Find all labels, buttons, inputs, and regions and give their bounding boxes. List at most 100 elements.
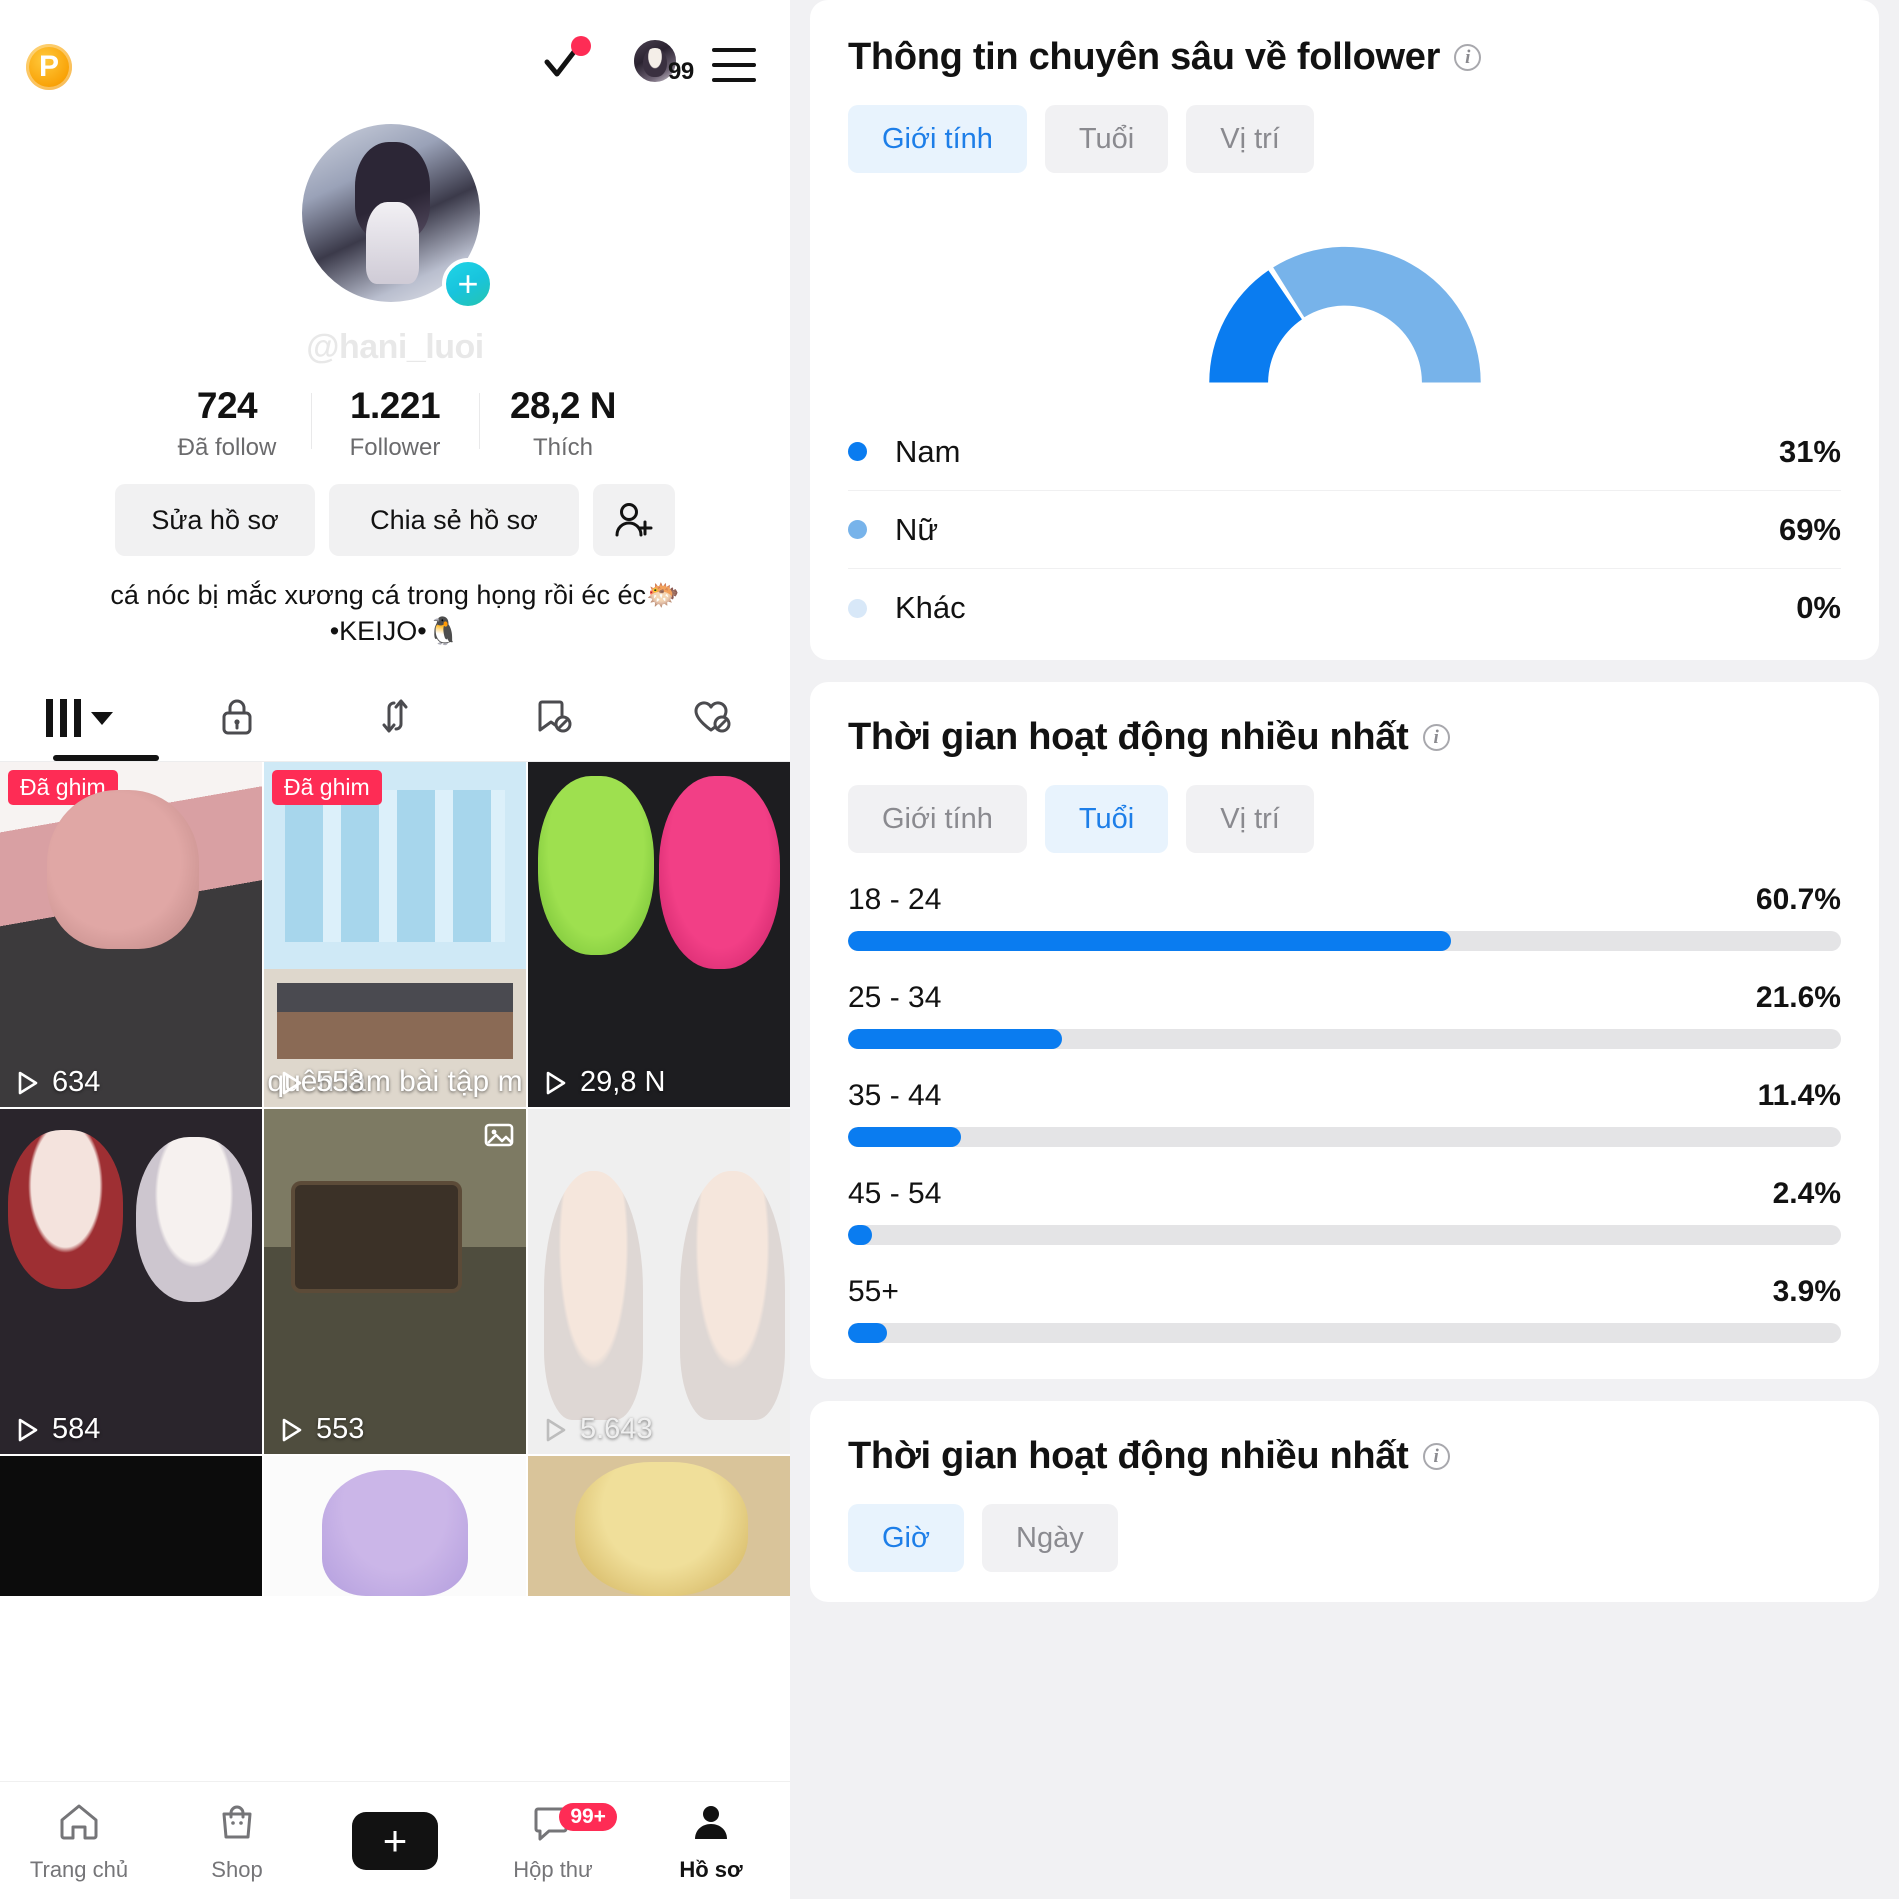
sidebar-item-private[interactable] xyxy=(158,687,316,749)
saved-hidden-icon xyxy=(531,694,575,743)
time-card-title: Thời gian hoạt động nhiều nhất i xyxy=(848,1435,1841,1478)
bar-label: 35 - 44 xyxy=(848,1079,942,1112)
bar-value: 21.6% xyxy=(1755,981,1841,1014)
tab-ngay[interactable]: Ngày xyxy=(982,1504,1118,1572)
avatar-story-count: 99 xyxy=(668,58,694,85)
check-icon[interactable] xyxy=(533,36,591,92)
post-cell[interactable]: 29,8 N xyxy=(528,762,790,1108)
stat-followers[interactable]: 1.221 Follower xyxy=(311,385,479,462)
stat-following[interactable]: 724 Đã follow xyxy=(143,385,311,462)
post-cell[interactable] xyxy=(528,1456,790,1597)
tab-tuoi[interactable]: Tuổi xyxy=(1044,785,1169,853)
legend-dot-nam xyxy=(848,442,867,461)
hamburger-menu-icon[interactable] xyxy=(712,48,756,82)
gender-legend: Nam 31% Nữ 69% Khác 0% xyxy=(848,413,1841,647)
bar-fill xyxy=(848,1029,1063,1049)
chevron-down-icon[interactable] xyxy=(90,711,113,725)
home-icon xyxy=(56,1799,102,1850)
analytics-panel: Thông tin chuyên sâu về follower i Giới … xyxy=(790,0,1899,1899)
bar-track xyxy=(848,1029,1841,1049)
tab-vi-tri[interactable]: Vị trí xyxy=(1186,105,1314,173)
stat-label: Thích xyxy=(532,434,594,461)
bar-label: 18 - 24 xyxy=(848,883,942,916)
bio-line: •KEIJO•🐧 xyxy=(329,615,461,646)
profile-content-tabs xyxy=(0,673,790,762)
profile-actions: Sửa hồ sơ Chia sẻ hồ sơ xyxy=(0,484,790,556)
view-count: 634 xyxy=(12,1066,100,1099)
profile-avatar-block[interactable]: + xyxy=(302,124,494,324)
stat-likes[interactable]: 28,2 N Thích xyxy=(479,385,647,462)
sidebar-item-liked[interactable] xyxy=(632,687,790,749)
segment-nu xyxy=(1272,246,1481,383)
view-count-value: 5.643 xyxy=(580,1413,653,1446)
nav-label: Hộp thư xyxy=(513,1856,593,1882)
sidebar-item-posts[interactable] xyxy=(0,687,159,762)
tab-gio[interactable]: Giờ xyxy=(848,1504,965,1572)
age-card-title: Thời gian hoạt động nhiều nhất i xyxy=(848,716,1841,759)
time-activity-card: Thời gian hoạt động nhiều nhất i Giờ Ngà… xyxy=(810,1401,1879,1602)
bar-fill xyxy=(848,1127,962,1147)
grid-posts-icon xyxy=(45,699,81,738)
create-plus-icon[interactable]: + xyxy=(343,1811,447,1870)
legend-dot-khac xyxy=(848,598,867,618)
info-icon[interactable]: i xyxy=(1454,44,1482,71)
liked-hidden-icon xyxy=(689,694,733,743)
profile-bio[interactable]: cá nóc bị mắc xương cá trong họng rồi éc… xyxy=(0,578,790,649)
active-tab-indicator xyxy=(53,755,159,762)
card-title-text: Thời gian hoạt động nhiều nhất xyxy=(848,716,1409,758)
nav-home[interactable]: Trang chủ xyxy=(0,1799,158,1883)
bar-track xyxy=(848,1127,1841,1147)
view-count: 553 xyxy=(276,1413,364,1446)
nav-profile[interactable]: Hồ sơ xyxy=(632,1799,790,1883)
stat-label: Đã follow xyxy=(177,434,277,461)
bar-row: 35 - 44 11.4% xyxy=(848,1079,1841,1147)
info-icon[interactable]: i xyxy=(1422,1443,1450,1470)
bar-value: 11.4% xyxy=(1757,1079,1841,1112)
sidebar-item-saved[interactable] xyxy=(474,687,632,749)
bar-row: 55+ 3.9% xyxy=(848,1275,1841,1343)
add-person-icon[interactable] xyxy=(593,484,675,556)
bar-track xyxy=(848,1225,1841,1245)
nav-inbox[interactable]: 99+ Hộp thư xyxy=(474,1799,632,1883)
bar-track xyxy=(848,1323,1841,1343)
age-card-tabs: Giới tính Tuổi Vị trí xyxy=(848,785,1841,853)
nav-label: Hồ sơ xyxy=(679,1856,743,1882)
sidebar-item-repost[interactable] xyxy=(316,687,474,749)
tab-gioi-tinh[interactable]: Giới tính xyxy=(848,785,1027,853)
post-cell[interactable]: Đã ghim quên làm bài tập m 553 xyxy=(264,762,526,1108)
info-icon[interactable]: i xyxy=(1422,724,1450,751)
legend-dot-nu xyxy=(848,520,867,539)
share-profile-button[interactable]: Chia sẻ hồ sơ xyxy=(329,484,579,556)
post-cell[interactable]: Đã ghim 634 xyxy=(0,762,262,1108)
legend-value: 0% xyxy=(1796,590,1841,625)
card-title-text: Thông tin chuyên sâu về follower xyxy=(848,36,1441,78)
post-cell[interactable] xyxy=(264,1456,526,1597)
points-coin-icon[interactable]: P xyxy=(26,44,72,90)
nav-label: Shop xyxy=(211,1856,263,1882)
tab-vi-tri[interactable]: Vị trí xyxy=(1186,785,1314,853)
view-count: 553 xyxy=(276,1066,364,1099)
add-story-button[interactable]: + xyxy=(442,258,494,310)
bar-label: 55+ xyxy=(848,1275,899,1308)
view-count-value: 584 xyxy=(52,1413,101,1446)
post-cell[interactable]: 584 xyxy=(0,1109,262,1455)
tab-tuoi[interactable]: Tuổi xyxy=(1044,105,1169,173)
tab-gioi-tinh[interactable]: Giới tính xyxy=(848,105,1027,173)
shop-bag-icon xyxy=(214,1799,260,1850)
post-cell[interactable] xyxy=(0,1456,262,1597)
legend-label: Nam xyxy=(895,433,961,469)
edit-profile-button[interactable]: Sửa hồ sơ xyxy=(115,484,315,556)
plus-glyph: + xyxy=(382,1816,408,1864)
bar-value: 60.7% xyxy=(1755,883,1841,916)
legend-row-khac: Khác 0% xyxy=(848,569,1841,647)
bar-fill xyxy=(848,931,1451,951)
legend-label: Nữ xyxy=(895,511,939,547)
post-cell[interactable]: 5.643 xyxy=(528,1109,790,1455)
nav-shop[interactable]: Shop xyxy=(158,1799,316,1883)
view-count: 29,8 N xyxy=(540,1066,665,1099)
bar-fill xyxy=(848,1225,872,1245)
nav-create[interactable]: + xyxy=(316,1811,474,1870)
view-count-value: 553 xyxy=(316,1413,365,1446)
nav-label: Trang chủ xyxy=(29,1856,129,1882)
post-cell[interactable]: 553 xyxy=(264,1109,526,1455)
